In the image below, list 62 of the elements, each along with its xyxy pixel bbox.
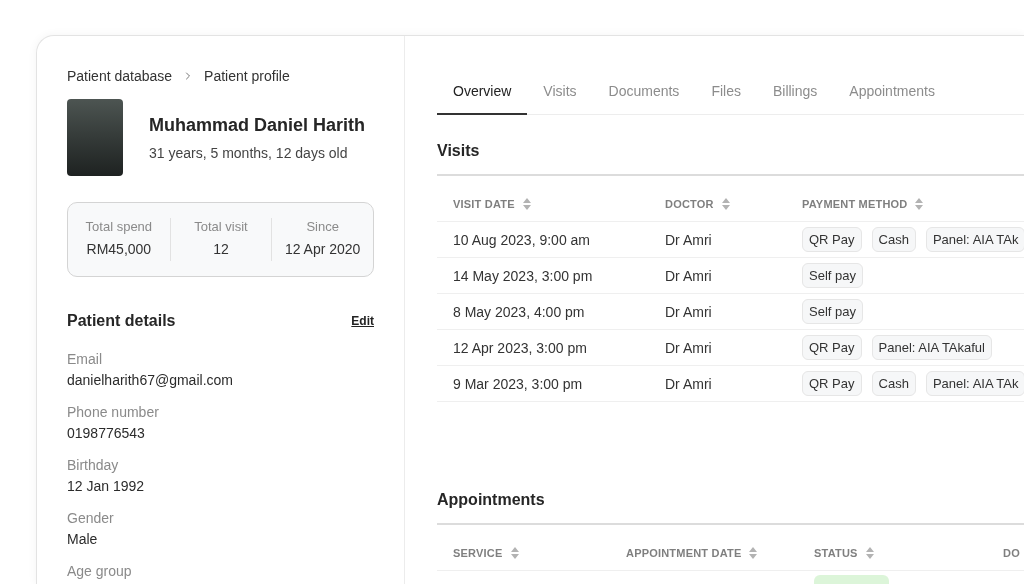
- table-cell-text: Dr Amri: [665, 266, 712, 286]
- stat-value: 12: [213, 240, 229, 259]
- field-label: Age group: [67, 562, 133, 581]
- stat-label: Since: [306, 218, 339, 236]
- sort-icon: [915, 198, 924, 210]
- table-cell-text: 9 Mar 2023, 3:00 pm: [453, 374, 583, 394]
- stat-label: Total visit: [194, 218, 248, 236]
- column-header[interactable]: VISIT DATE: [453, 196, 531, 212]
- patient-age: 31 years, 5 months, 12 days old: [149, 144, 349, 163]
- tab[interactable]: Visits: [527, 72, 593, 115]
- table-cell-text: Dr Amri: [665, 230, 712, 250]
- section-title: Patient details: [67, 311, 176, 331]
- edit-link[interactable]: Edit: [351, 313, 374, 329]
- tab[interactable]: Overview: [437, 72, 528, 115]
- table-cell-text: 12 Apr 2023, 3:00 pm: [453, 338, 587, 358]
- breadcrumb-current: Patient profile: [204, 67, 290, 86]
- tab[interactable]: Appointments: [833, 72, 951, 115]
- stat-label: Total spend: [85, 218, 153, 236]
- field-label: Gender: [67, 509, 115, 528]
- table-cell-text: Dr Amri: [665, 302, 712, 322]
- payment-tag: QR Pay: [802, 371, 862, 396]
- table-cell-text: Dr Amri: [665, 374, 712, 394]
- column-header[interactable]: STATUS: [814, 545, 874, 561]
- column-header[interactable]: DOCTOR: [665, 196, 730, 212]
- field-label: Email: [67, 350, 103, 369]
- breadcrumb-link[interactable]: Patient database: [67, 66, 173, 86]
- sort-icon: [865, 547, 874, 559]
- table-cell-text: 14 May 2023, 3:00 pm: [453, 266, 593, 286]
- sort-icon: [510, 547, 519, 559]
- sort-icon: [522, 198, 531, 210]
- column-header[interactable]: APPOINTMENT DATE: [626, 545, 758, 561]
- sort-icon: [721, 198, 730, 210]
- column-header[interactable]: DO: [1003, 545, 1020, 561]
- payment-tag: Cash: [871, 371, 916, 396]
- payment-tag: Panel: AIA TAk: [925, 227, 1024, 252]
- stat-value: RM45,000: [86, 240, 152, 259]
- section-title: Visits: [437, 139, 1024, 176]
- field-value: 12 Jan 1992: [67, 477, 146, 496]
- tab[interactable]: Files: [695, 72, 757, 115]
- section-title: Appointments: [437, 488, 1024, 525]
- payment-tag: Self pay: [802, 299, 863, 324]
- payment-tag: QR Pay: [802, 227, 862, 252]
- column-header[interactable]: SERVICE: [453, 545, 519, 561]
- payment-tag: QR Pay: [802, 335, 862, 360]
- payment-tag: Cash: [871, 227, 916, 252]
- field-value: Male: [67, 530, 99, 549]
- tab[interactable]: Documents: [592, 72, 696, 115]
- patient-name: Muhammad Daniel Harith: [149, 114, 366, 137]
- payment-tag: Self pay: [802, 263, 863, 288]
- field-value: danielharith67@gmail.com: [67, 371, 234, 390]
- tab[interactable]: Billings: [756, 72, 834, 115]
- table-cell-text: 8 May 2023, 4:00 pm: [453, 302, 585, 322]
- sort-icon: [749, 547, 758, 559]
- payment-tag: Panel: AIA TAk: [925, 371, 1024, 396]
- payment-tag: Panel: AIA TAkaful: [871, 335, 992, 360]
- table-cell-text: Dr Amri: [665, 338, 712, 358]
- field-value: 0198776543: [67, 424, 146, 443]
- column-header[interactable]: PAYMENT METHOD: [802, 196, 924, 212]
- field-label: Birthday: [67, 456, 120, 475]
- table-cell-text: 10 Aug 2023, 9:00 am: [453, 230, 590, 250]
- stat-value: 12 Apr 2020: [284, 240, 361, 259]
- field-label: Phone number: [67, 403, 160, 422]
